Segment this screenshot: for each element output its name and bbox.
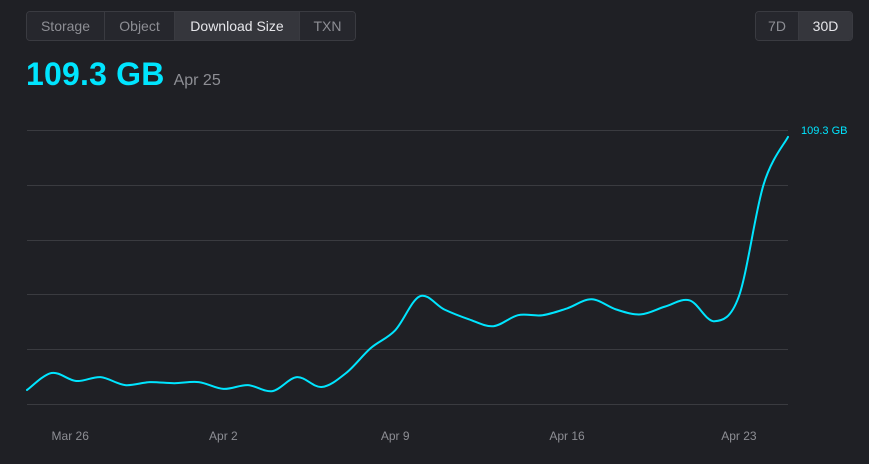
x-tick-label: Mar 26	[52, 429, 90, 443]
last-value-label: 109.3 GB	[801, 125, 847, 137]
x-axis: Mar 26 Apr 2 Apr 9 Apr 16 Apr 23	[52, 429, 757, 443]
x-tick-label: Apr 23	[721, 429, 757, 443]
x-tick-label: Apr 2	[209, 429, 238, 443]
chart-grid	[27, 130, 788, 405]
line-chart: Mar 26 Apr 2 Apr 9 Apr 16 Apr 23 109.3 GB	[26, 125, 847, 443]
series-line-download-size	[26, 135, 789, 393]
x-tick-label: Apr 9	[381, 429, 410, 443]
x-tick-label: Apr 16	[549, 429, 585, 443]
